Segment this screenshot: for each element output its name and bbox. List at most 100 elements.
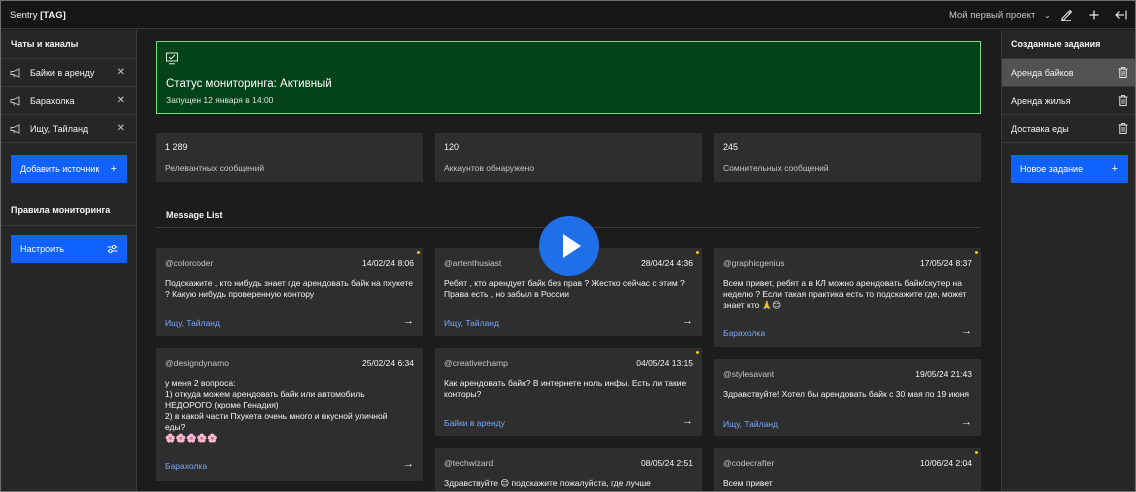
trash-icon[interactable]	[1118, 123, 1128, 134]
unread-indicator	[696, 251, 699, 254]
source-label: Байки в аренду	[30, 68, 95, 78]
stat-card: 245 Сомнительных сообщений	[714, 133, 981, 182]
stat-label: Аккаунтов обнаружено	[444, 163, 535, 173]
source-item[interactable]: Байки в аренду ✕	[1, 59, 136, 87]
task-item[interactable]: Аренда жилья	[1002, 87, 1135, 115]
message-card[interactable]: @stylesavant 19/05/24 21:43 Здравствуйте…	[714, 359, 981, 436]
message-text: Как арендовать байк? В интернете ноль ин…	[444, 378, 687, 399]
task-label: Доставка еды	[1011, 124, 1069, 134]
trash-icon[interactable]	[1118, 95, 1128, 106]
arrow-right-icon[interactable]: →	[403, 315, 414, 327]
unread-indicator	[417, 251, 420, 254]
message-text: Подскажите , кто нибудь знает где арендо…	[165, 278, 413, 299]
app-window: Sentry [TAG] Мой первый проект ⌄ Чаты и …	[0, 0, 1136, 492]
add-icon: +	[1111, 163, 1118, 175]
add-source-label: Добавить источник	[20, 164, 100, 174]
status-title: Статус мониторинга: Активный	[166, 78, 332, 90]
monitor-check-icon	[166, 52, 178, 65]
message-source-link[interactable]: Ищу, Тайланд	[165, 318, 220, 328]
message-author: @graphicgenius	[723, 258, 785, 268]
add-source-button[interactable]: Добавить источник +	[11, 155, 127, 183]
edit-icon[interactable]	[1058, 7, 1074, 23]
sources-sidebar: Чаты и каналы Байки в аренду ✕ Барахолка…	[1, 30, 137, 491]
close-icon[interactable]: ✕	[117, 123, 125, 134]
task-item[interactable]: Аренда байков	[1002, 59, 1135, 87]
message-author: @codecrafter	[723, 458, 775, 468]
message-source-link[interactable]: Ищу, Тайланд	[444, 318, 499, 328]
message-card[interactable]: @designdynamo 25/02/24 6:34 у меня 2 воп…	[156, 348, 423, 481]
message-author: @artenthusiast	[444, 258, 502, 268]
chevron-down-icon: ⌄	[1044, 11, 1051, 20]
close-icon[interactable]: ✕	[117, 95, 125, 106]
message-author: @creativechamp	[444, 358, 508, 368]
stat-label: Сомнительных сообщений	[723, 163, 829, 173]
new-task-button[interactable]: Новое задание +	[1011, 155, 1128, 183]
app-brand[interactable]: Sentry [TAG]	[10, 10, 66, 21]
message-text: Здравствуйте! Хотел бы арендовать байк с…	[723, 389, 970, 399]
message-date: 25/02/24 6:34	[362, 358, 414, 368]
unread-indicator	[975, 251, 978, 254]
task-item[interactable]: Доставка еды	[1002, 115, 1135, 143]
message-date: 14/02/24 8:06	[362, 258, 414, 268]
stat-card: 120 Аккаунтов обнаружено	[435, 133, 702, 182]
trash-icon[interactable]	[1118, 67, 1128, 78]
message-date: 17/05/24 8:37	[920, 258, 972, 268]
app-name: Sentry	[10, 10, 38, 21]
message-text: Всем привет	[723, 478, 773, 488]
source-label: Барахолка	[30, 96, 75, 106]
message-date: 28/04/24 4:36	[641, 258, 693, 268]
project-selector[interactable]: Мой первый проект ⌄	[949, 10, 1051, 21]
message-date: 19/05/24 21:43	[915, 369, 972, 379]
source-label: Ищу, Тайланд	[30, 124, 89, 134]
status-started: Запущен 12 января в 14:00	[166, 95, 274, 105]
message-date: 04/05/24 13:15	[636, 358, 693, 368]
divider	[1, 225, 136, 226]
arrow-right-icon[interactable]: →	[403, 458, 414, 470]
stat-label: Релевантных сообщений	[165, 163, 265, 173]
arrow-right-icon[interactable]: →	[961, 325, 972, 337]
project-name: Мой первый проект	[949, 10, 1036, 21]
stat-card: 1 289 Релевантных сообщений	[156, 133, 423, 182]
task-label: Аренда байков	[1011, 68, 1074, 78]
monitoring-status-banner: Статус мониторинга: Активный Запущен 12 …	[156, 41, 981, 114]
message-source-link[interactable]: Барахолка	[723, 328, 765, 338]
message-text: Всем привет, ребят а в КЛ можно арендова…	[723, 278, 967, 310]
arrow-right-icon[interactable]: →	[682, 415, 693, 427]
settings-adjust-icon	[107, 244, 118, 254]
arrow-right-icon[interactable]: →	[961, 416, 972, 428]
megaphone-icon	[10, 68, 20, 78]
message-card[interactable]: @creativechamp 04/05/24 13:15 Как арендо…	[435, 348, 702, 436]
message-source-link[interactable]: Барахолка	[165, 461, 207, 471]
message-source-link[interactable]: Ищу, Тайланд	[723, 419, 778, 429]
message-author: @stylesavant	[723, 369, 775, 379]
close-icon[interactable]: ✕	[117, 67, 125, 78]
megaphone-icon	[10, 124, 20, 134]
message-text: Здравствуйте 😊 подскажите пожалуйста, гд…	[444, 478, 651, 488]
unread-indicator	[975, 451, 978, 454]
new-task-label: Новое задание	[1020, 164, 1084, 174]
message-date: 08/05/24 2:51	[641, 458, 693, 468]
add-icon: +	[110, 163, 117, 175]
message-card[interactable]: @graphicgenius 17/05/24 8:37 Всем привет…	[714, 248, 981, 347]
configure-button[interactable]: Настроить	[11, 235, 127, 263]
source-item[interactable]: Ищу, Тайланд ✕	[1, 115, 136, 143]
message-source-link[interactable]: Байки в аренду	[444, 418, 505, 428]
message-card[interactable]: @colorcoder 14/02/24 8:06 Подскажите , к…	[156, 248, 423, 336]
message-card[interactable]: @codecrafter 10/06/24 2:04 Всем привет	[714, 448, 981, 491]
app-tag: [TAG]	[40, 10, 66, 21]
play-video-button[interactable]	[539, 216, 599, 276]
message-list-title: Message List	[166, 210, 223, 220]
message-author: @colorcoder	[165, 258, 214, 268]
message-date: 10/06/24 2:04	[920, 458, 972, 468]
message-author: @techwizard	[444, 458, 494, 468]
arrow-right-icon[interactable]: →	[682, 315, 693, 327]
message-author: @designdynamo	[165, 358, 229, 368]
message-card[interactable]: @techwizard 08/05/24 2:51 Здравствуйте 😊…	[435, 448, 702, 491]
add-icon[interactable]	[1086, 7, 1102, 23]
tasks-title: Созданные задания	[1011, 39, 1101, 49]
configure-label: Настроить	[20, 244, 64, 254]
tasks-sidebar: Созданные задания Аренда байков Аренда ж…	[1001, 30, 1135, 491]
collapse-panel-icon[interactable]	[1113, 7, 1129, 23]
source-item[interactable]: Барахолка ✕	[1, 87, 136, 115]
stat-value: 1 289	[165, 142, 188, 152]
